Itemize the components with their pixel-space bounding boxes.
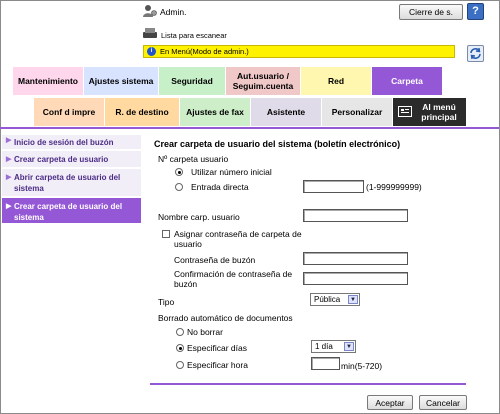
arrow-icon: ▶	[6, 174, 12, 181]
folder-no-label: Nº carpeta usuario	[158, 154, 229, 164]
scan-list-label: Lista para escanear	[161, 31, 227, 40]
direct-entry-radio[interactable]	[175, 183, 183, 191]
type-select[interactable]: Pública ▼	[310, 293, 360, 306]
direct-entry-label: Entrada directa	[191, 182, 249, 192]
assign-password-checkbox[interactable]	[162, 230, 170, 238]
use-initial-radio[interactable]	[175, 168, 183, 176]
main-menu-button[interactable]: Al menú principal	[393, 98, 466, 126]
info-icon: i	[147, 47, 156, 56]
admin-mode-label: En Menú(Modo de admin.)	[160, 47, 249, 56]
hour-input[interactable]	[311, 357, 340, 370]
tab-red[interactable]: Red	[301, 67, 371, 95]
password-confirm-input[interactable]	[303, 272, 408, 285]
admin-icon	[143, 4, 157, 18]
arrow-icon: ▶	[6, 156, 12, 163]
days-select[interactable]: 1 día ▼	[311, 340, 356, 353]
specify-days-radio[interactable]	[176, 344, 184, 352]
specify-hour-radio[interactable]	[176, 361, 184, 369]
tab-ajustes-sistema[interactable]: Ajustes sistema	[84, 67, 158, 95]
hour-range: min(5-720)	[341, 361, 383, 371]
scan-list-icon	[143, 28, 157, 39]
sidebar-item-abrir-carpeta-sistema[interactable]: ▶ Abrir carpeta de usuario del sistema	[2, 169, 141, 197]
sidebar-item-label: Crear carpeta de usuario	[14, 155, 109, 164]
sidebar-item-crear-carpeta-sistema[interactable]: ▶ Crear carpeta de usuario del sistema	[2, 198, 141, 224]
tab-seguridad[interactable]: Seguridad	[159, 67, 225, 95]
folder-name-label: Nombre carp. usuario	[158, 212, 240, 222]
tab-ajustes-fax[interactable]: Ajustes de fax	[180, 98, 250, 126]
auto-delete-label: Borrado automático de documentos	[158, 313, 293, 323]
form-divider	[150, 383, 466, 385]
direct-entry-input[interactable]	[303, 180, 364, 193]
password-confirm-label: Confirmación de contraseña de buzón	[174, 269, 293, 289]
sidebar-item-label: Abrir carpeta de usuario del sistema	[14, 173, 121, 193]
home-icon	[398, 106, 412, 117]
chevron-down-icon: ▼	[344, 342, 354, 351]
refresh-icon[interactable]	[467, 45, 484, 62]
tab-aut-usuario[interactable]: Aut.usuario / Seguim.cuenta	[226, 67, 300, 95]
help-icon[interactable]: ?	[467, 3, 484, 20]
password-input[interactable]	[303, 252, 408, 265]
user-label: Admin.	[160, 7, 187, 17]
arrow-icon: ▶	[6, 137, 12, 144]
direct-entry-range: (1-999999999)	[366, 182, 422, 192]
assign-password-label: Asignar contraseña de carpeta de usuario	[174, 229, 302, 249]
logout-button[interactable]: Cierre de s.	[399, 4, 463, 20]
days-select-value: 1 día	[315, 342, 333, 351]
admin-mode-banner: i En Menú(Modo de admin.)	[143, 45, 455, 58]
password-label: Contraseña de buzón	[174, 255, 256, 265]
sidebar-item-inicio-sesion-buzon[interactable]: ▶ Inicio de sesión del buzón	[2, 135, 141, 150]
no-delete-label: No borrar	[187, 327, 223, 337]
tabs-divider	[0, 127, 499, 129]
tab-conf-impre[interactable]: Conf d impre	[34, 98, 104, 126]
sidebar-item-crear-carpeta-usuario[interactable]: ▶ Crear carpeta de usuario	[2, 151, 141, 168]
no-delete-radio[interactable]	[176, 328, 184, 336]
use-initial-label: Utilizar número inicial	[191, 167, 272, 177]
arrow-icon: ▶	[6, 203, 12, 210]
tab-personalizar[interactable]: Personalizar	[322, 98, 392, 126]
main-menu-label: Al menú principal	[421, 102, 457, 122]
sidebar-item-label: Crear carpeta de usuario del sistema	[14, 202, 123, 222]
specify-hour-label: Especificar hora	[187, 360, 248, 370]
page-title: Crear carpeta de usuario del sistema (bo…	[154, 139, 401, 149]
specify-days-label: Especificar días	[187, 343, 247, 353]
accept-button[interactable]: Aceptar	[367, 395, 413, 410]
type-select-value: Pública	[314, 295, 341, 304]
sidebar-item-label: Inicio de sesión del buzón	[14, 138, 114, 147]
cancel-button[interactable]: Cancelar	[419, 395, 467, 410]
tab-asistente[interactable]: Asistente	[251, 98, 321, 126]
folder-name-input[interactable]	[303, 209, 408, 222]
chevron-down-icon: ▼	[348, 295, 358, 304]
tab-mantenimiento[interactable]: Mantenimiento	[13, 67, 83, 95]
type-label: Tipo	[158, 297, 175, 307]
tab-r-destino[interactable]: R. de destino	[105, 98, 179, 126]
tab-carpeta[interactable]: Carpeta	[372, 67, 442, 95]
